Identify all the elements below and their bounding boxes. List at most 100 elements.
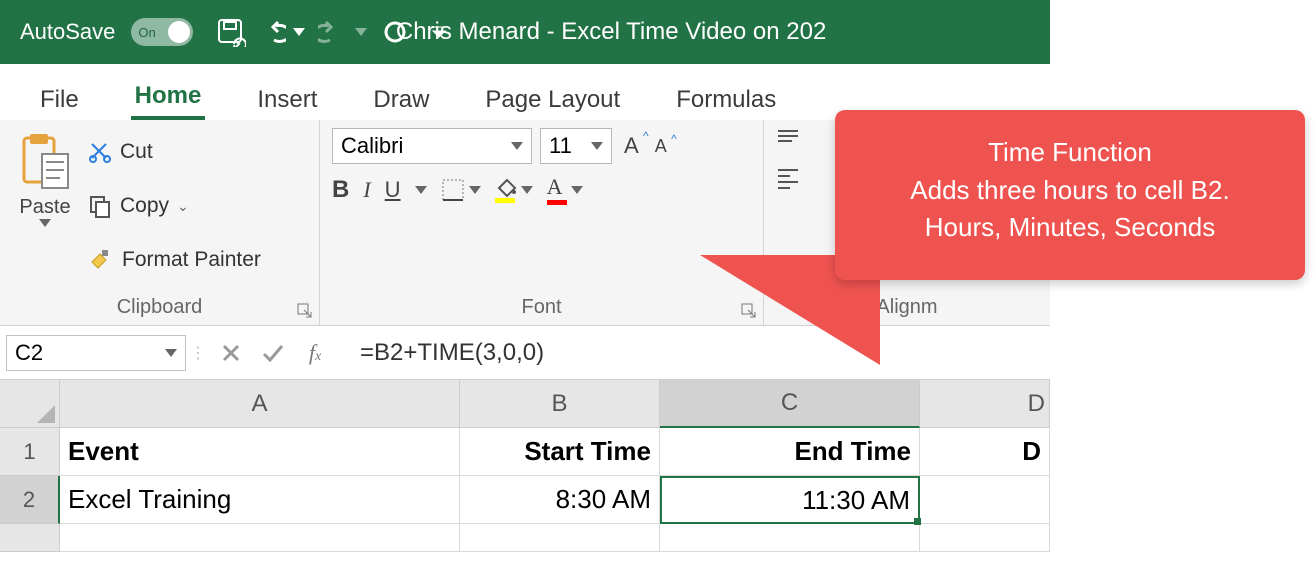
redo-dropdown-icon[interactable] — [355, 28, 367, 36]
tab-insert[interactable]: Insert — [253, 76, 321, 120]
italic-button[interactable]: I — [363, 177, 370, 203]
col-header-a[interactable]: A — [60, 380, 460, 428]
column-headers: A B C D — [0, 380, 1050, 428]
x-icon — [221, 343, 241, 363]
font-name-select[interactable]: Calibri — [332, 128, 532, 164]
format-painter-label: Format Painter — [122, 248, 261, 272]
borders-button[interactable] — [441, 178, 481, 202]
paintbrush-icon — [88, 248, 114, 272]
fill-dropdown-icon — [521, 186, 533, 194]
group-font-label: Font — [332, 292, 751, 321]
col-header-b[interactable]: B — [460, 380, 660, 428]
font-size-value: 11 — [549, 133, 572, 159]
align-left-icon[interactable] — [776, 166, 800, 190]
copy-dropdown-icon[interactable]: ⌄ — [177, 198, 189, 215]
bucket-icon — [495, 176, 517, 203]
tab-page-layout[interactable]: Page Layout — [481, 76, 624, 120]
underline-dropdown-icon[interactable] — [415, 186, 427, 194]
callout-line-3: Hours, Minutes, Seconds — [855, 209, 1285, 247]
formula-bar: C2 ⋮ fx =B2+TIME(3,0,0) — [0, 326, 1050, 380]
row-header-1[interactable]: 1 — [0, 428, 60, 476]
cell-a1[interactable]: Event — [60, 428, 460, 476]
copy-icon — [88, 194, 112, 218]
fx-icon: fx — [309, 340, 321, 366]
paste-button[interactable]: Paste — [12, 128, 78, 284]
formula-bar-separator: ⋮ — [186, 343, 210, 363]
check-icon — [261, 343, 285, 363]
name-box[interactable]: C2 — [6, 335, 186, 371]
enter-formula-button[interactable] — [252, 343, 294, 363]
select-all-button[interactable] — [0, 380, 60, 428]
annotation-callout: Time Function Adds three hours to cell B… — [835, 110, 1305, 280]
font-size-dropdown-icon — [591, 142, 603, 150]
font-name-value: Calibri — [341, 133, 403, 159]
underline-button[interactable]: U — [385, 177, 401, 203]
cut-button[interactable]: Cut — [88, 128, 261, 176]
row-1: 1 Event Start Time End Time D — [0, 428, 1050, 476]
name-box-dropdown-icon — [165, 349, 177, 357]
cancel-formula-button[interactable] — [210, 343, 252, 363]
cell-d1[interactable]: D — [920, 428, 1050, 476]
increase-font-button[interactable]: A — [620, 133, 643, 159]
window-title: Chris Menard - Excel Time Video on 202 — [396, 18, 826, 46]
callout-line-1: Time Function — [855, 134, 1285, 172]
format-painter-button[interactable]: Format Painter — [88, 236, 261, 284]
insert-function-button[interactable]: fx — [294, 340, 336, 366]
autosave-knob — [168, 21, 190, 43]
copy-label: Copy — [120, 194, 169, 218]
align-top-icon[interactable] — [776, 128, 800, 152]
borders-dropdown-icon — [469, 186, 481, 194]
tab-formulas[interactable]: Formulas — [672, 76, 780, 120]
font-color-icon: A — [547, 174, 567, 205]
row-header-2[interactable]: 2 — [0, 476, 60, 524]
tab-file[interactable]: File — [36, 76, 83, 120]
decrease-font-button[interactable]: A — [651, 136, 671, 157]
paste-label: Paste — [19, 196, 70, 219]
cell-c2[interactable]: 11:30 AM — [660, 476, 920, 524]
autosave-toggle[interactable]: On — [131, 18, 193, 46]
row-header-3[interactable] — [0, 524, 60, 552]
cell-b2[interactable]: 8:30 AM — [460, 476, 660, 524]
cell-d2[interactable] — [920, 476, 1050, 524]
bold-button[interactable]: B — [332, 176, 349, 204]
font-name-dropdown-icon — [511, 142, 523, 150]
cell-b3[interactable] — [460, 524, 660, 552]
worksheet: A B C D 1 Event Start Time End Time D 2 … — [0, 380, 1050, 552]
autosave-label: AutoSave — [20, 19, 115, 45]
clipboard-icon — [18, 132, 72, 194]
name-box-value: C2 — [15, 340, 43, 366]
clipboard-launcher-icon[interactable] — [297, 303, 313, 319]
cell-d3[interactable] — [920, 524, 1050, 552]
col-header-d[interactable]: D — [920, 380, 1050, 428]
cell-a3[interactable] — [60, 524, 460, 552]
title-bar: AutoSave On Chris Menard - Excel Time Vi… — [0, 0, 1050, 64]
col-header-c[interactable]: C — [660, 380, 920, 428]
font-size-select[interactable]: 11 — [540, 128, 612, 164]
cell-a2[interactable]: Excel Training — [60, 476, 460, 524]
callout-line-2: Adds three hours to cell B2. — [855, 172, 1285, 210]
group-font: Calibri 11 A A B I U — [320, 120, 764, 325]
cell-c3[interactable] — [660, 524, 920, 552]
tab-draw[interactable]: Draw — [369, 76, 433, 120]
redo-icon[interactable] — [315, 20, 351, 44]
formula-input[interactable]: =B2+TIME(3,0,0) — [336, 339, 1050, 367]
border-icon — [441, 178, 465, 202]
cell-b1[interactable]: Start Time — [460, 428, 660, 476]
copy-button[interactable]: Copy ⌄ — [88, 182, 261, 230]
save-icon[interactable] — [213, 17, 249, 47]
scissors-icon — [88, 140, 112, 164]
undo-dropdown-icon[interactable] — [293, 28, 305, 36]
row-3 — [0, 524, 1050, 552]
undo-icon[interactable] — [253, 20, 289, 44]
group-clipboard: Paste Cut Copy ⌄ Format Painter Cl — [0, 120, 320, 325]
tab-home[interactable]: Home — [131, 72, 206, 120]
paste-dropdown-icon[interactable] — [39, 219, 51, 227]
fill-color-button[interactable] — [495, 176, 533, 203]
group-clipboard-label: Clipboard — [12, 292, 307, 321]
cell-c1[interactable]: End Time — [660, 428, 920, 476]
row-2: 2 Excel Training 8:30 AM 11:30 AM — [0, 476, 1050, 524]
font-color-button[interactable]: A — [547, 174, 583, 205]
cut-label: Cut — [120, 140, 153, 164]
autosave-on-text: On — [138, 25, 155, 40]
font-color-dropdown-icon — [571, 186, 583, 194]
